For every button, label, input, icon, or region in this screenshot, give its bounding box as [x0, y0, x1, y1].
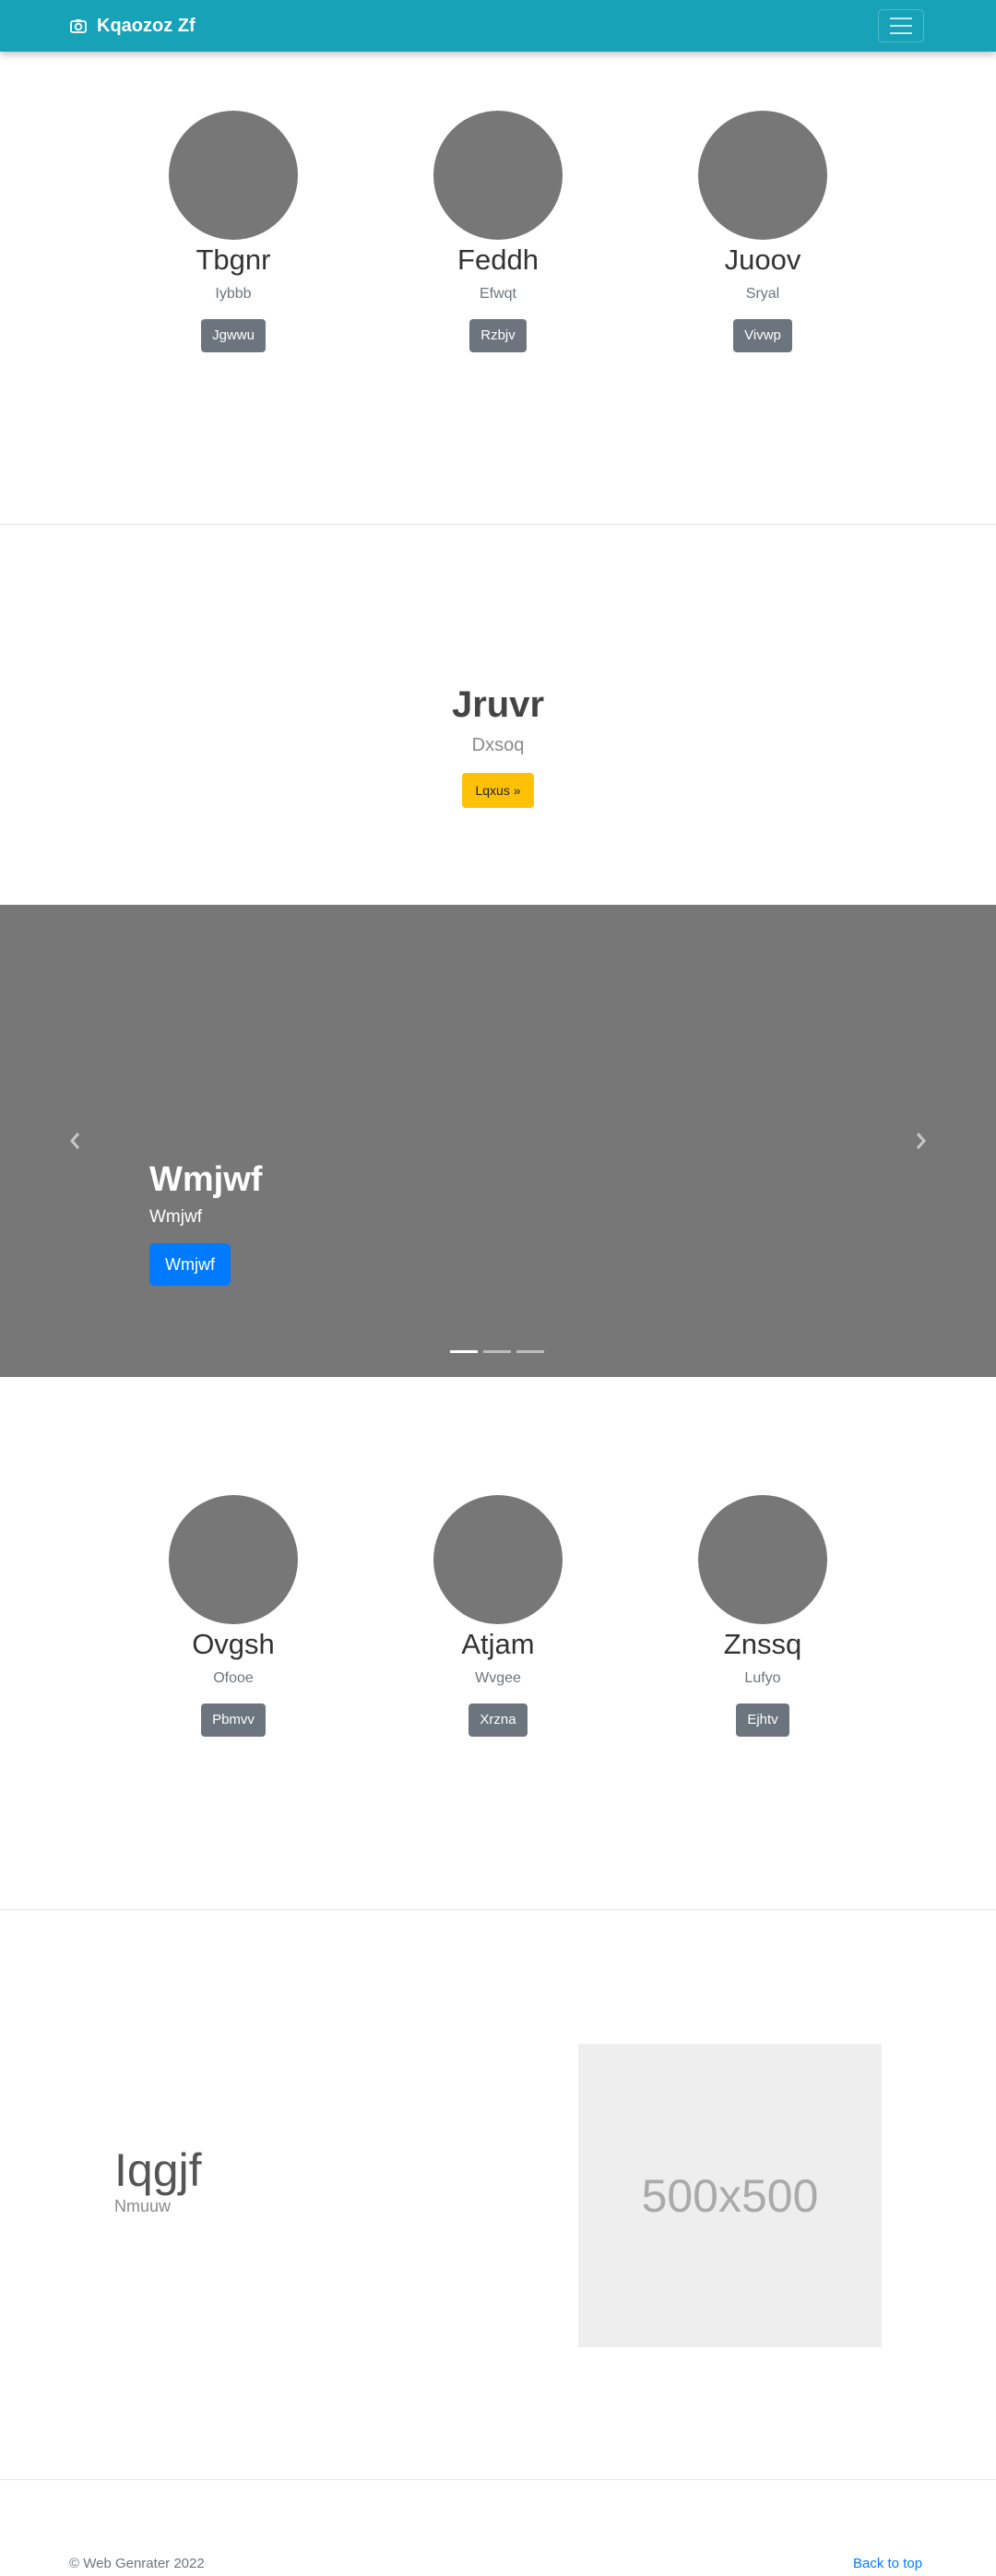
carousel-prev-button[interactable]: [57, 1122, 94, 1159]
back-to-top-link[interactable]: Back to top: [853, 2556, 922, 2572]
carousel-title: Wmjwf: [149, 1160, 263, 1199]
team-member: Juoov Sryal Vivwp: [652, 111, 873, 352]
member-button[interactable]: Ejhtv: [736, 1703, 789, 1737]
carousel-indicator[interactable]: [450, 1350, 478, 1353]
navbar: Kqaozoz Zf: [0, 0, 996, 52]
member-name: Atjam: [461, 1628, 535, 1660]
carousel-next-button[interactable]: [902, 1122, 939, 1159]
team-member: Atjam Wvgee Xrzna: [387, 1495, 609, 1737]
member-button[interactable]: Pbmvv: [201, 1703, 266, 1737]
team-member: Feddh Efwqt Rzbjv: [387, 111, 609, 352]
carousel-button[interactable]: Wmjwf: [149, 1243, 231, 1286]
member-name: Ovgsh: [192, 1628, 275, 1660]
member-subtitle: Lufyo: [744, 1670, 781, 1686]
feature-text: Iqgjf Nmuuw: [114, 2144, 202, 2216]
carousel-indicator[interactable]: [516, 1350, 544, 1353]
brand-name: Kqaozoz Zf: [97, 15, 196, 36]
member-subtitle: Wvgee: [475, 1670, 521, 1686]
hero-title: Jruvr: [451, 684, 545, 725]
member-subtitle: Efwqt: [479, 286, 516, 302]
member-subtitle: Sryal: [745, 286, 780, 302]
carousel-indicator[interactable]: [483, 1350, 511, 1353]
hamburger-menu-icon: [890, 18, 912, 19]
feature-title: Iqgjf: [114, 2144, 202, 2196]
avatar: [698, 111, 827, 240]
section-divider: [0, 1909, 996, 1910]
member-name: Juoov: [724, 243, 801, 276]
avatar: [433, 111, 563, 240]
team-member: Tbgnr Iybbb Jgwwu: [123, 111, 344, 352]
member-button[interactable]: Vivwp: [733, 319, 792, 352]
member-name: Feddh: [457, 243, 539, 276]
hero-section: Jruvr Dxsoq Lqxus »: [0, 683, 996, 808]
member-button[interactable]: Jgwwu: [201, 319, 266, 352]
navbar-toggler-button[interactable]: [878, 9, 924, 42]
carousel-caption: Wmjwf Wmjwf Wmjwf: [149, 1158, 262, 1286]
placeholder-label: 500x500: [641, 2169, 819, 2222]
member-name: Tbgnr: [196, 243, 271, 276]
placeholder-image: 500x500: [578, 2044, 882, 2347]
avatar: [698, 1495, 827, 1624]
team-member: Znssq Lufyo Ejhtv: [652, 1495, 873, 1737]
avatar: [169, 1495, 298, 1624]
team-member: Ovgsh Ofooe Pbmvv: [123, 1495, 344, 1737]
section-divider: [0, 524, 996, 525]
carousel: Wmjwf Wmjwf Wmjwf: [0, 905, 996, 1377]
chevron-right-icon: [916, 1133, 926, 1149]
feature-subtitle: Nmuuw: [114, 2197, 172, 2215]
carousel-indicators: [450, 1350, 544, 1353]
camera-icon: [70, 19, 87, 33]
member-button[interactable]: Rzbjv: [469, 319, 527, 352]
avatar: [169, 111, 298, 240]
brand-link[interactable]: Kqaozoz Zf: [69, 13, 196, 39]
avatar: [433, 1495, 563, 1624]
member-name: Znssq: [723, 1628, 802, 1660]
section-divider: [0, 2479, 996, 2480]
member-subtitle: Ofooe: [213, 1670, 254, 1686]
member-button[interactable]: Xrzna: [468, 1703, 528, 1737]
carousel-subtitle: Wmjwf: [149, 1207, 202, 1227]
member-subtitle: Iybbb: [215, 286, 252, 302]
footer-copyright: © Web Genrater 2022: [69, 2556, 205, 2571]
hero-button[interactable]: Lqxus »: [462, 773, 534, 808]
chevron-left-icon: [70, 1133, 80, 1149]
hero-subtitle: Dxsoq: [471, 735, 525, 755]
